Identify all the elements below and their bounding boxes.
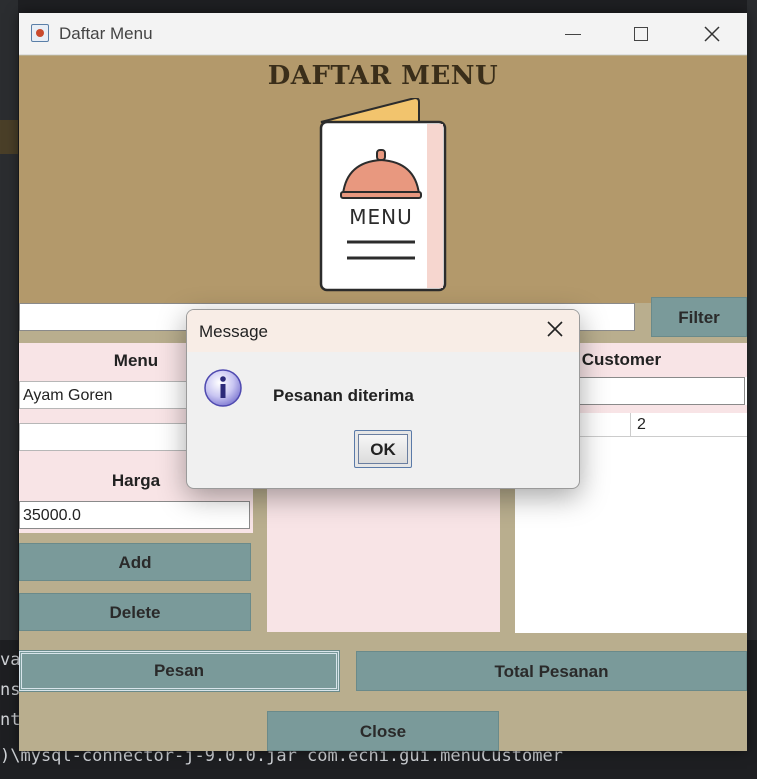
harga-input[interactable]: 35000.0: [19, 501, 250, 529]
message-dialog: Message Pesanan diterima OK: [186, 309, 580, 489]
add-button[interactable]: Add: [19, 543, 251, 581]
close-icon: [547, 321, 563, 337]
pesan-button[interactable]: Pesan: [19, 650, 340, 692]
ide-code-edge: [747, 0, 757, 640]
total-pesanan-button[interactable]: Total Pesanan: [356, 651, 747, 691]
window-titlebar[interactable]: Daftar Menu: [19, 13, 747, 55]
order-item-qty: 2: [637, 416, 646, 433]
window-title: Daftar Menu: [59, 24, 153, 43]
delete-button[interactable]: Delete: [19, 593, 251, 631]
minimize-button[interactable]: [553, 21, 593, 47]
dialog-close-button[interactable]: [541, 318, 569, 344]
ok-button[interactable]: OK: [354, 430, 412, 468]
info-icon: [204, 369, 242, 407]
menu-book-illustration: MENU: [319, 98, 447, 292]
close-window-button[interactable]: [692, 21, 732, 47]
maximize-button[interactable]: [621, 21, 661, 47]
maximize-icon: [634, 27, 648, 41]
page-title: DAFTAR MENU: [267, 61, 499, 91]
java-app-icon: [31, 24, 49, 42]
header-banner: DAFTAR MENU MENU: [19, 56, 747, 303]
terminal-line: nt: [0, 710, 21, 730]
dialog-titlebar[interactable]: Message: [187, 310, 579, 352]
dialog-title: Message: [199, 322, 268, 341]
terminal-line: ns: [0, 680, 21, 700]
filter-button[interactable]: Filter: [651, 297, 747, 337]
dialog-message: Pesanan diterima: [273, 386, 414, 405]
ok-button-label: OK: [358, 434, 408, 464]
terminal-line: va: [0, 650, 21, 670]
close-icon: [704, 26, 720, 42]
ide-gutter-highlight: [0, 120, 18, 154]
minimize-icon: [565, 34, 581, 35]
menu-illustration-text: MENU: [349, 205, 413, 229]
close-button[interactable]: Close: [267, 711, 499, 751]
